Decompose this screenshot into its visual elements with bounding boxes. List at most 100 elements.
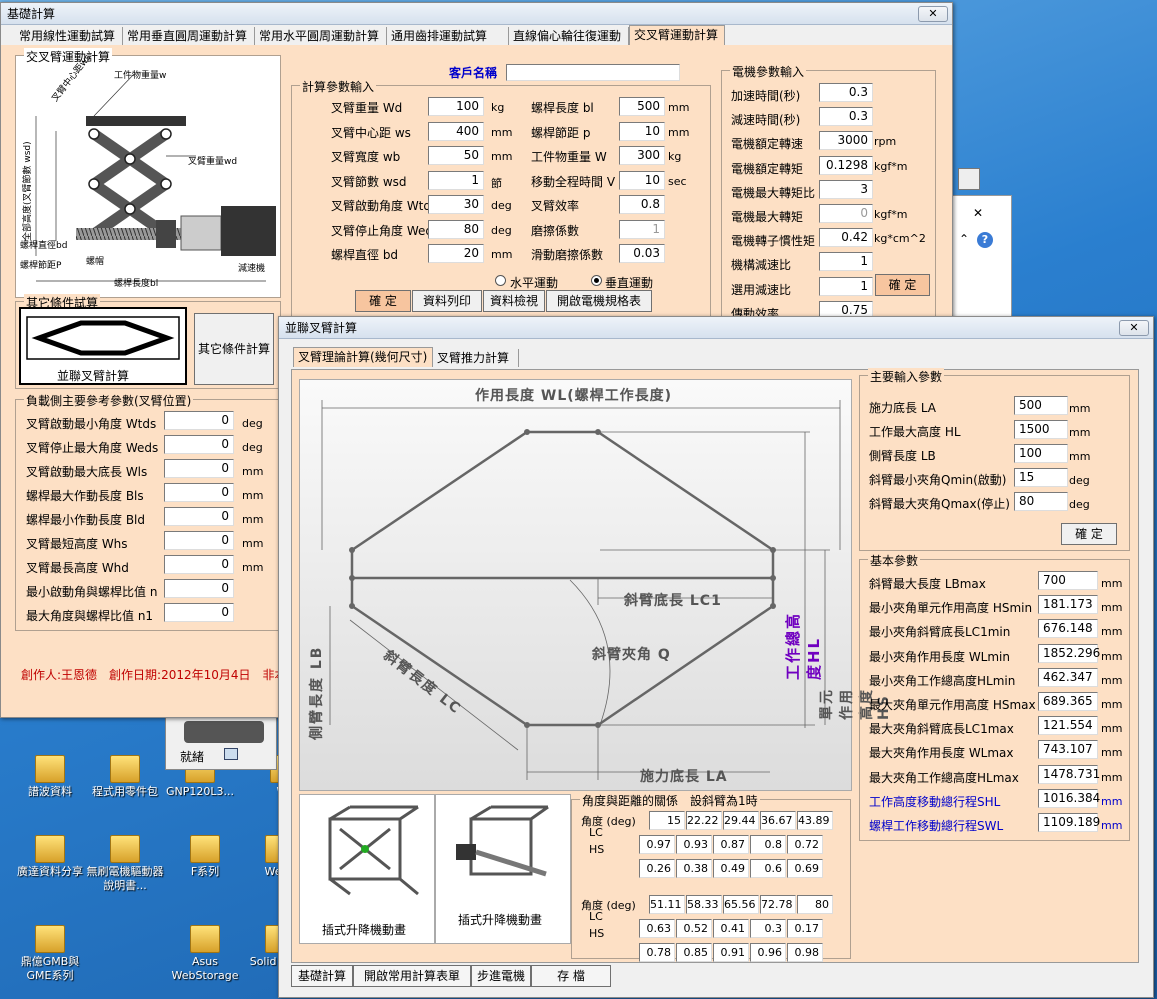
param-input[interactable]: 50 (428, 146, 484, 165)
param-input[interactable]: 10 (619, 121, 665, 141)
main-input-field[interactable]: 1500 (1014, 420, 1068, 439)
basic-value: 462.347 (1038, 667, 1098, 687)
param-input[interactable]: 20 (428, 244, 484, 263)
action-button-0[interactable]: 確 定 (355, 290, 411, 312)
load-input[interactable]: 0 (164, 603, 234, 622)
motor-input[interactable]: 3000 (819, 131, 873, 151)
radio-horizontal[interactable] (495, 275, 506, 286)
label-hl: 工作總高度HL (784, 611, 823, 680)
group-label: 主要輸入參數 (868, 368, 945, 385)
load-input[interactable]: 0 (164, 555, 234, 574)
table-cell-angle: 65.56 (723, 895, 759, 914)
bottom-tab-1[interactable]: 開啟常用計算表單 (353, 965, 471, 987)
param-input[interactable]: 1 (619, 219, 665, 239)
animation-label-1: 插式升降機動畫 (322, 923, 407, 937)
motor-input[interactable]: 3 (819, 179, 873, 199)
load-unit: mm (242, 465, 264, 478)
main-input-field[interactable]: 500 (1014, 396, 1068, 415)
customer-input[interactable] (506, 64, 680, 81)
desktop-icon-label: Asus WebStorage (171, 955, 239, 982)
motor-input[interactable]: 0 (819, 204, 873, 223)
motor-input[interactable]: 1 (819, 276, 873, 296)
basic-unit: mm (1101, 577, 1123, 590)
table-cell-hs: 0.96 (750, 943, 786, 962)
param-input[interactable]: 10 (619, 170, 665, 190)
load-input[interactable]: 0 (164, 531, 234, 550)
animation-panel-1[interactable]: 插式升降機動畫 (299, 794, 435, 944)
param-input[interactable]: 0.8 (619, 195, 665, 214)
desktop-icon[interactable]: 廣達資料分享 (10, 835, 90, 879)
status-label: 就緒 (180, 750, 205, 764)
action-button-1[interactable]: 資料列印 (412, 290, 482, 312)
motor-input[interactable]: 0.3 (819, 107, 873, 127)
load-input[interactable]: 0 (164, 459, 234, 478)
param-input[interactable]: 100 (428, 97, 484, 116)
load-input[interactable]: 0 (164, 411, 234, 430)
tab-5[interactable]: 交叉臂運動計算 (629, 25, 725, 45)
param-input[interactable]: 30 (428, 195, 484, 214)
child-tab-0[interactable]: 叉臂理論計算(幾何尺寸) (293, 347, 433, 367)
load-input[interactable]: 0 (164, 483, 234, 502)
tab-3[interactable]: 通用齒排運動試算 (387, 27, 509, 45)
folder-icon (190, 925, 220, 953)
param-unit: mm (491, 150, 513, 163)
side-window: ✕ ⌃ ? (952, 195, 1012, 320)
help-icon[interactable]: ? (977, 232, 993, 248)
child-close-button[interactable]: ✕ (1119, 320, 1149, 336)
child-confirm-button[interactable]: 確 定 (1061, 523, 1117, 545)
child-tab-1[interactable]: 叉臂推力計算 (433, 349, 519, 367)
motor-input[interactable]: 0.42 (819, 228, 873, 248)
motor-input[interactable]: 1 (819, 252, 873, 272)
basic-unit: mm (1101, 770, 1123, 784)
bottom-tab-0[interactable]: 基礎計算 (291, 965, 353, 987)
action-button-3[interactable]: 開啟電機規格表 (546, 290, 652, 312)
tab-0[interactable]: 常用線性運動試算 (15, 27, 123, 45)
tab-4[interactable]: 直線偏心輪往復運動 (509, 27, 629, 45)
desktop-icon[interactable]: 鼎億GMB與GME系列 (10, 925, 90, 983)
load-unit: mm (242, 561, 264, 574)
parallel-button[interactable]: 並聯叉臂計算 (19, 307, 187, 385)
load-input[interactable]: 0 (164, 579, 234, 598)
shortcut-icon[interactable] (958, 168, 980, 190)
desktop-icon[interactable]: 譜波資料 (10, 755, 90, 799)
animation-panel-2[interactable]: 插式升降機動畫 (435, 794, 571, 944)
bottom-tab-3[interactable]: 存 檔 (531, 965, 611, 987)
param-input[interactable]: 0.03 (619, 244, 665, 263)
other-calc-button[interactable]: 其它條件計算 (194, 313, 274, 385)
motor-label: 電機額定轉速 (731, 137, 804, 152)
label-q: 斜臂夾角 Q (592, 647, 671, 663)
table-lc-label: LC (589, 826, 603, 839)
param-input[interactable]: 1 (428, 170, 484, 190)
chevron-up-icon[interactable]: ⌃ (959, 232, 969, 246)
main-input-field[interactable]: 15 (1014, 468, 1068, 487)
main-input-field[interactable]: 100 (1014, 444, 1068, 463)
tab-1[interactable]: 常用垂直圓周運動計算 (123, 27, 255, 45)
bottom-tab-2[interactable]: 步進電機 (471, 965, 531, 987)
table-cell-lc: 0.8 (750, 835, 786, 854)
motor-confirm-button[interactable]: 確 定 (875, 274, 930, 296)
main-input-field[interactable]: 80 (1014, 492, 1068, 511)
motor-input[interactable]: 0.3 (819, 83, 873, 102)
param-input[interactable]: 300 (619, 146, 665, 165)
desktop-icon[interactable]: 無刷電機驅動器說明書... (85, 835, 165, 893)
desktop-icon[interactable]: 程式用零件包 (85, 755, 165, 799)
radio-vertical[interactable] (591, 275, 602, 286)
load-input[interactable]: 0 (164, 435, 234, 454)
param-label: 叉臂節數 wsd (331, 174, 407, 189)
close-button[interactable]: ✕ (918, 6, 948, 22)
param-input[interactable]: 80 (428, 219, 484, 239)
load-input[interactable]: 0 (164, 507, 234, 526)
tab-2[interactable]: 常用水平圓周運動計算 (255, 27, 387, 45)
geometry-diagram: 作用長度 WL(螺桿工作長度) 工作總高度HL 單元作用高度 HS 斜臂底長 L… (299, 379, 892, 791)
folder-icon (110, 835, 140, 863)
action-button-2[interactable]: 資料檢視 (483, 290, 545, 312)
desktop-icon[interactable]: F系列 (165, 835, 245, 879)
motor-label: 電機轉子慣性矩 (731, 234, 816, 249)
motor-input[interactable]: 0.1298 (819, 155, 873, 175)
param-label: 叉臂重量 Wd (331, 101, 403, 115)
close-icon[interactable]: ✕ (973, 206, 983, 220)
param-input[interactable]: 400 (428, 121, 484, 141)
param-input[interactable]: 500 (619, 97, 665, 116)
basic-label: 工作高度移動總行程SHL (869, 794, 1001, 809)
desktop-icon[interactable]: Asus WebStorage (165, 925, 245, 983)
